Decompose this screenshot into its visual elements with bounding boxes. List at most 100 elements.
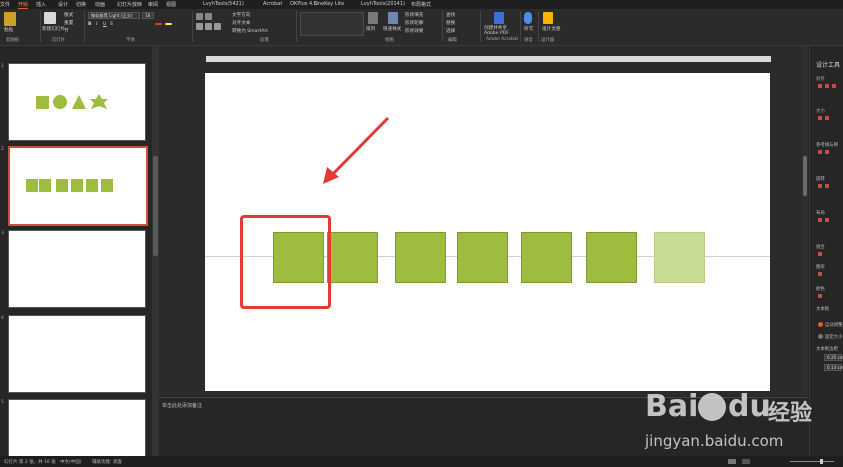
group-label-clipboard: 剪贴板 [6, 38, 20, 43]
slide-thumbnail-4[interactable] [8, 315, 146, 393]
ribbon-tab-bar: 文件 开始 插入 设计 切换 动画 幻灯片放映 审阅 视图 LvyhTools(5421) Acro… [0, 0, 843, 9]
design-ideas-icon[interactable] [543, 12, 553, 24]
text-direction-button[interactable]: 文字方向 [232, 12, 250, 18]
autofit-radio[interactable] [818, 322, 823, 327]
quick-styles-button[interactable]: 快速样式 [383, 26, 401, 32]
tab-9[interactable]: LvyhTools(5421) [203, 1, 244, 7]
shape-fill-button[interactable]: 形状填充 [405, 12, 423, 18]
adobe-pdf-icon[interactable] [494, 12, 504, 24]
design-ideas-button[interactable]: 设计灵感 [542, 26, 560, 32]
rotate-icon[interactable] [825, 184, 829, 188]
shapes-gallery[interactable] [300, 12, 364, 36]
align-left-icon[interactable] [196, 23, 203, 30]
pane-label-textbox: 文本框 [816, 307, 830, 312]
size-icon[interactable] [825, 116, 829, 120]
shape-effects-button[interactable]: 形状效果 [405, 28, 423, 34]
thumbnail-squares [26, 179, 113, 192]
group-label-editing: 编辑 [448, 38, 457, 43]
align-center-icon[interactable] [205, 23, 212, 30]
zoom-slider[interactable] [790, 461, 834, 462]
arrange-icon[interactable] [368, 12, 378, 24]
convert-smartart-button[interactable]: 转换为 SmartArt [232, 28, 268, 34]
ribbon-separator [538, 11, 539, 42]
align-icon[interactable] [832, 84, 836, 88]
replace-button[interactable]: 替换 [446, 20, 455, 26]
slide-thumbnail-2[interactable] [8, 146, 148, 226]
watermark-brand: Bai [645, 389, 699, 424]
tab-8[interactable]: 视图 [166, 1, 176, 8]
tab-5[interactable]: 动画 [95, 1, 105, 8]
rotate-icon[interactable] [818, 184, 822, 188]
numbering-icon[interactable] [205, 13, 212, 20]
tab-3[interactable]: 设计 [58, 1, 68, 8]
canvas-vertical-scrollbar[interactable] [802, 46, 808, 396]
thumbnail-scrollbar-thumb[interactable] [153, 156, 158, 256]
new-slide-icon[interactable] [44, 12, 56, 24]
slide-number: 5 [1, 400, 4, 405]
tab-0[interactable]: 文件 [0, 1, 10, 8]
tab-7[interactable]: 审阅 [148, 1, 158, 8]
margin-left-input[interactable]: 0.25 cm [824, 354, 843, 361]
layout-icon[interactable] [825, 218, 829, 222]
quick-styles-icon[interactable] [388, 12, 398, 24]
font-color-icon[interactable] [155, 23, 162, 25]
font-name-select[interactable]: 微软雅黑 Light (正文) [88, 12, 140, 19]
microphone-icon[interactable] [524, 12, 532, 24]
tab-12[interactable]: OneKey Lite [314, 1, 344, 7]
size-icon[interactable] [818, 116, 822, 120]
align-icon[interactable] [818, 84, 822, 88]
reset-button[interactable]: 重置 [64, 20, 73, 26]
layout-icon[interactable] [818, 218, 822, 222]
tab-13[interactable]: LvyhTools(20141) [361, 1, 405, 7]
layout-button[interactable]: 版式 [64, 12, 73, 18]
tab-10[interactable]: Acrobat [263, 1, 282, 7]
dictate-button[interactable]: 听写 [524, 26, 533, 32]
shape-outline-button[interactable]: 形状轮廓 [405, 20, 423, 26]
bold-icon[interactable]: B [88, 22, 92, 27]
thumbnail-shapes [36, 94, 108, 109]
font-size-select[interactable]: 18 [142, 12, 154, 19]
color-icon[interactable] [818, 294, 822, 298]
bullets-icon[interactable] [196, 13, 203, 20]
slide-thumbnail-5[interactable] [8, 399, 146, 458]
align-icon[interactable] [825, 84, 829, 88]
align-text-button[interactable]: 对齐文本 [232, 20, 250, 26]
slide-count: 幻灯片 第 2 张，共 16 张 [4, 460, 56, 465]
accessibility-status[interactable]: 辅助功能: 调查 [92, 459, 122, 465]
shadow-icon[interactable]: S [110, 22, 113, 27]
select-button[interactable]: 选择 [446, 28, 455, 34]
pane-label-shape: 图形 [816, 265, 825, 270]
slide-thumbnail-3[interactable] [8, 230, 146, 308]
group-label-voice: 语音 [524, 38, 533, 43]
ribbon-separator [40, 11, 41, 42]
create-pdf-button[interactable]: 创建并共享 Adobe PDF [484, 26, 520, 36]
panel-splitter[interactable] [152, 46, 159, 456]
group-label-font: 字体 [126, 38, 135, 43]
canvas-scrollbar-thumb[interactable] [803, 156, 807, 196]
section-button[interactable]: 节 [64, 28, 69, 34]
guides-icon[interactable] [825, 150, 829, 154]
tab-2[interactable]: 插入 [36, 1, 46, 8]
tab-1[interactable]: 开始 [18, 1, 29, 9]
paw-icon [698, 393, 726, 421]
guides-icon[interactable] [818, 150, 822, 154]
arrange-button[interactable]: 排列 [366, 26, 375, 32]
fixed-size-radio[interactable] [818, 334, 823, 339]
underline-icon[interactable]: U [103, 22, 106, 27]
slide-thumbnail-1[interactable] [8, 63, 146, 141]
new-slide-button[interactable]: 新建幻灯片 [42, 26, 65, 32]
tab-11[interactable]: OKPlus 4.5 [290, 1, 317, 7]
tab-4[interactable]: 切换 [76, 1, 86, 8]
tab-14[interactable]: 布局格式 [411, 1, 431, 8]
margin-top-input[interactable]: 0.13 cm [824, 364, 843, 371]
tab-6[interactable]: 幻灯片放映 [117, 1, 142, 8]
paste-button[interactable]: 粘贴 [4, 27, 13, 33]
shape-icon[interactable] [818, 272, 822, 276]
paste-icon[interactable] [4, 12, 16, 26]
group-icon[interactable] [818, 252, 822, 256]
find-button[interactable]: 查找 [446, 12, 455, 18]
italic-icon[interactable]: I [96, 22, 97, 27]
align-right-icon[interactable] [214, 23, 221, 30]
language-indicator[interactable]: 中文(中国) [60, 459, 82, 465]
highlight-color-icon[interactable] [165, 23, 172, 25]
